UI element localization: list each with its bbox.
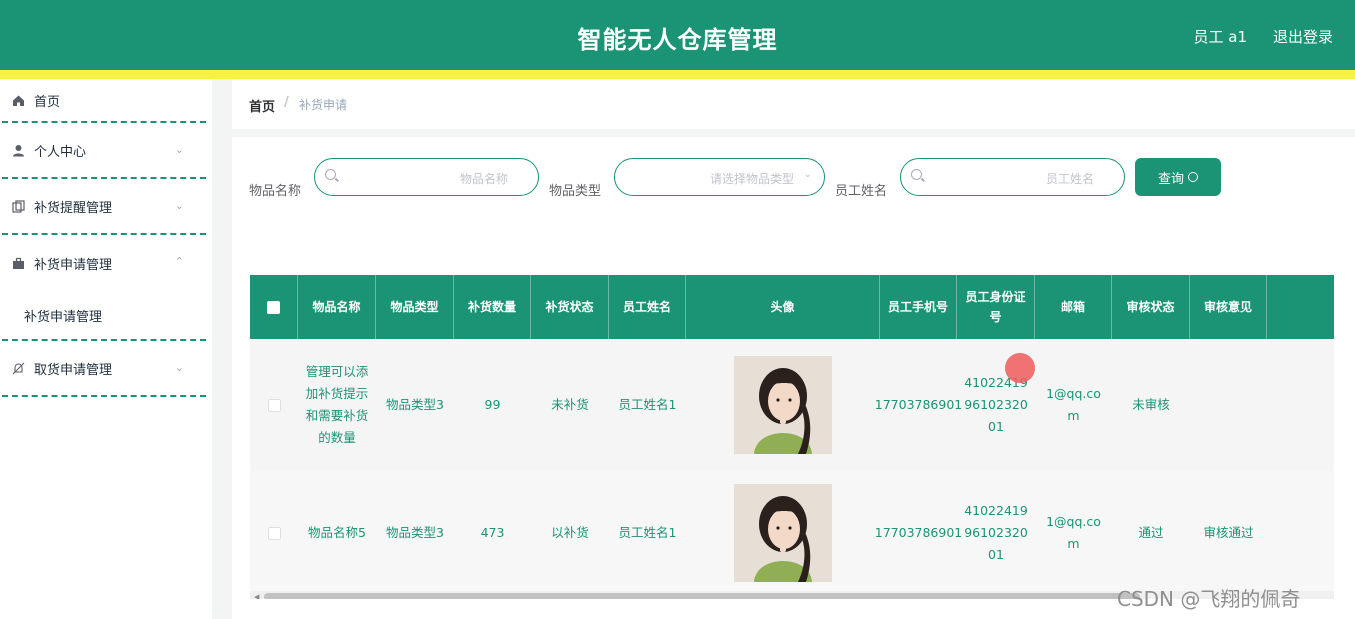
search-icon	[1188, 172, 1198, 182]
scroll-left-arrow-icon[interactable]: ◀	[254, 593, 259, 599]
cell-restock-status: 以补货	[551, 525, 589, 540]
restock-table: 物品名称 物品类型 补货数量 补货状态 员工姓名 头像 员工手机号 员工身份证号…	[250, 275, 1334, 599]
chevron-down-icon: ⌄	[174, 199, 184, 212]
cell-audit-opinion	[1190, 339, 1267, 471]
chevron-down-icon: ⌄	[174, 361, 184, 374]
item-type-select[interactable]: 请选择物品类型 ⌄	[614, 158, 825, 196]
sidebar-item-restock-apply[interactable]: 补货申请管理 ⌃	[2, 235, 206, 291]
sidebar-item-label: 取货申请管理	[34, 362, 113, 378]
sidebar-subitem-label: 补货申请管理	[24, 309, 103, 325]
cell-quantity: 99	[484, 397, 501, 412]
copy-icon	[10, 198, 26, 214]
cell-employee-name: 员工姓名1	[618, 525, 677, 540]
search-icon	[325, 169, 336, 180]
column-header: 物品类型	[376, 275, 454, 339]
column-header: 员工身份证号	[957, 275, 1035, 339]
cell-actions	[1267, 339, 1334, 471]
cell-item-name: 管理可以添加补货提示 和需要补货的数量	[305, 364, 369, 445]
table-row[interactable]: 物品名称5 物品类型3 473 以补货 员工姓名1 17703786901 41…	[250, 471, 1334, 595]
cell-item-type: 物品类型3	[386, 525, 444, 540]
chevron-down-icon: ⌄	[174, 143, 184, 156]
select-all-checkbox-cell[interactable]	[250, 275, 298, 339]
sidebar: 首页 个人中心 ⌄ 补货提醒管理 ⌄ 补货申请管理 ⌃ 补货申请管理 取货申请管…	[0, 79, 212, 619]
column-header: 补货数量	[454, 275, 531, 339]
chevron-down-icon: ⌄	[803, 169, 812, 180]
cell-quantity: 473	[480, 525, 505, 540]
sidebar-item-label: 补货提醒管理	[34, 200, 113, 216]
column-header: 邮箱	[1035, 275, 1112, 339]
column-header: 头像	[686, 275, 880, 339]
sidebar-item-label: 个人中心	[34, 144, 87, 160]
column-header-actions	[1267, 275, 1334, 339]
query-button[interactable]: 查询	[1135, 158, 1221, 196]
sidebar-item-pickup-apply[interactable]: 取货申请管理 ⌄	[2, 341, 206, 397]
row-checkbox[interactable]	[267, 526, 281, 540]
top-header: 智能无人仓库管理 员工 a1 退出登录	[0, 0, 1355, 70]
cell-employee-id-card: 410224199610232001	[964, 503, 1028, 562]
cell-restock-status: 未补货	[551, 397, 589, 412]
sidebar-item-home[interactable]: 首页	[2, 79, 206, 123]
select-all-checkbox[interactable]	[267, 300, 280, 314]
user-icon	[10, 142, 26, 158]
scrollbar-thumb[interactable]	[264, 593, 1140, 599]
table-row[interactable]: 管理可以添加补货提示 和需要补货的数量 物品类型3 99 未补货 员工姓名1 1…	[250, 339, 1334, 471]
item-name-label: 物品名称	[249, 184, 302, 199]
cell-audit-status: 通过	[1138, 525, 1164, 540]
table-body: 管理可以添加补货提示 和需要补货的数量 物品类型3 99 未补货 员工姓名1 1…	[250, 339, 1334, 595]
sidebar-item-label: 首页	[34, 94, 61, 110]
employee-name-label: 员工姓名	[835, 184, 888, 199]
cell-email: 1@qq.com	[1046, 514, 1101, 551]
cell-item-name: 物品名称5	[308, 525, 366, 540]
breadcrumb-separator: /	[284, 95, 289, 110]
sidebar-item-personal-center[interactable]: 个人中心 ⌄	[2, 123, 206, 179]
column-header: 审核状态	[1112, 275, 1190, 339]
cell-item-type: 物品类型3	[386, 397, 444, 412]
cell-email: 1@qq.com	[1046, 386, 1101, 423]
cell-actions	[1267, 471, 1334, 595]
current-user: 员工 a1	[1193, 28, 1247, 46]
breadcrumb-home[interactable]: 首页	[249, 96, 275, 115]
item-name-input[interactable]: 物品名称	[314, 158, 539, 196]
search-icon	[911, 169, 922, 180]
employee-name-input[interactable]: 员工姓名	[900, 158, 1125, 196]
content-panel: 物品名称 物品名称 物品类型 请选择物品类型 ⌄ 员工姓名 员工姓名 查询 物品…	[232, 137, 1355, 619]
chevron-up-icon: ⌃	[174, 255, 184, 268]
sidebar-subitem-restock-apply[interactable]: 补货申请管理	[2, 291, 206, 341]
cell-employee-name: 员工姓名1	[618, 397, 677, 412]
item-type-label: 物品类型	[549, 184, 602, 199]
cell-employee-phone: 17703786901	[874, 525, 963, 540]
sidebar-item-label: 补货申请管理	[34, 257, 113, 273]
main-area: 首页 / 补货申请 物品名称 物品名称 物品类型 请选择物品类型 ⌄ 员工姓名 …	[232, 79, 1355, 619]
logout-link[interactable]: 退出登录	[1273, 26, 1333, 47]
bell-off-icon	[10, 360, 26, 376]
avatar	[734, 484, 832, 582]
breadcrumb: 首页 / 补货申请	[232, 79, 1355, 129]
header-accent-bar	[0, 70, 1355, 79]
cell-audit-status: 未审核	[1132, 397, 1170, 412]
column-header: 员工姓名	[609, 275, 686, 339]
home-icon	[10, 92, 26, 108]
column-header: 物品名称	[298, 275, 376, 339]
sidebar-item-restock-reminder[interactable]: 补货提醒管理 ⌄	[2, 179, 206, 235]
app-title: 智能无人仓库管理	[577, 26, 778, 54]
breadcrumb-current: 补货申请	[299, 98, 348, 112]
column-header: 员工手机号	[880, 275, 957, 339]
cell-employee-phone: 17703786901	[874, 397, 963, 412]
column-header: 审核意见	[1190, 275, 1267, 339]
avatar	[734, 356, 832, 454]
cell-audit-opinion: 审核通过	[1203, 525, 1254, 540]
table-header: 物品名称 物品类型 补货数量 补货状态 员工姓名 头像 员工手机号 员工身份证号…	[250, 275, 1334, 339]
mouse-cursor-highlight	[1005, 353, 1035, 383]
column-header: 补货状态	[531, 275, 609, 339]
row-checkbox[interactable]	[267, 398, 281, 412]
watermark: CSDN @飞翔的佩奇	[1117, 587, 1301, 611]
briefcase-icon	[10, 255, 26, 271]
